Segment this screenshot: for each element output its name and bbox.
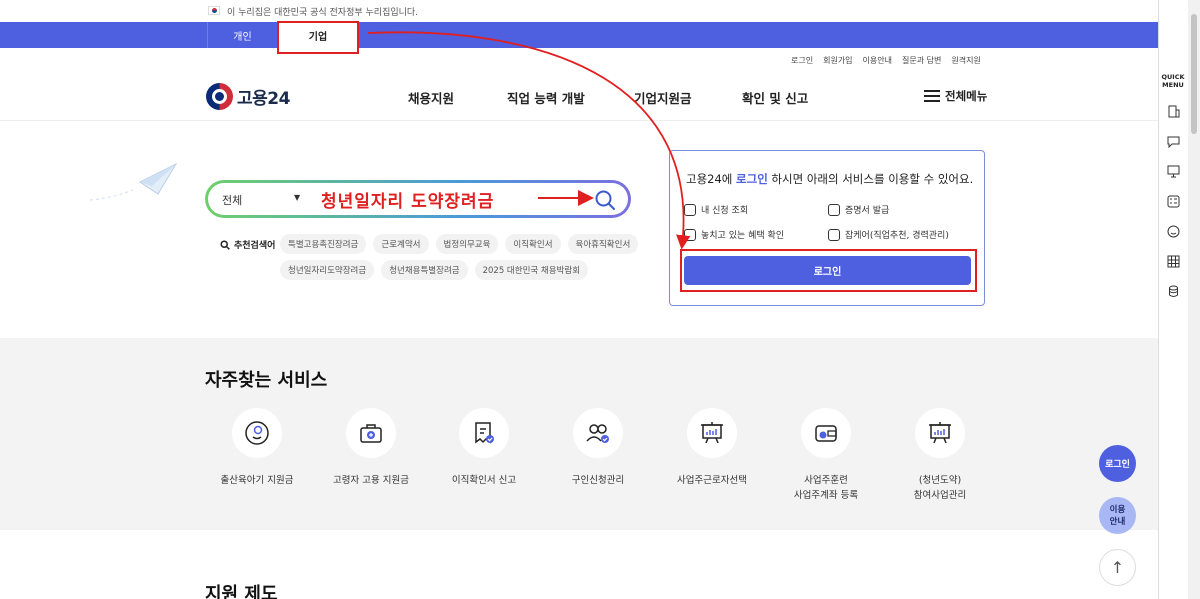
checklist-icon[interactable] (1167, 195, 1180, 208)
fav-elderly-employment-subsidy[interactable]: 고령자 고용 지원금 (316, 408, 426, 488)
calendar-grid-icon[interactable] (1167, 255, 1180, 268)
search-icon (220, 239, 230, 250)
keyword-chips-row2: 청년일자리도약장려금 청년채용특별장려금 2025 대한민국 채용박람회 (280, 260, 589, 280)
search-input[interactable]: 청년일자리 도약장려금 (321, 187, 494, 212)
keyword-chip[interactable]: 근로계약서 (373, 234, 429, 254)
paper-plane-icon (89, 162, 178, 201)
scroll-top-button[interactable]: ↑ (1099, 549, 1136, 586)
gov-emblem-icon (206, 83, 233, 110)
checklist-icon (684, 203, 696, 216)
building-icon[interactable] (1167, 105, 1180, 118)
login-message: 고용24에 로그인 하시면 아래의 서비스를 이용할 수 있어요. (686, 172, 974, 186)
search-box: 전체 ▼ 청년일자리 도약장려금 (205, 180, 631, 218)
keyword-chip[interactable]: 특별고용촉진장려금 (280, 234, 367, 254)
people-icon (573, 408, 623, 458)
caret-down-icon[interactable]: ▼ (294, 193, 300, 202)
fav-employer-training-account[interactable]: 사업주훈련 사업주계좌 등록 (771, 408, 881, 503)
fav-childbirth-subsidy[interactable]: 출산육아기 지원금 (202, 408, 312, 488)
util-remote-support-link[interactable]: 원격지원 (951, 55, 980, 66)
document-check-icon (684, 228, 696, 241)
smile-icon[interactable] (1167, 225, 1180, 238)
recommend-keywords-label: 추천검색어 (220, 238, 275, 251)
tab-business[interactable]: 기업 (278, 22, 358, 48)
keyword-chip[interactable]: 육아휴직확인서 (567, 234, 639, 254)
scrollbar-thumb[interactable] (1191, 14, 1197, 134)
nav-job-skills[interactable]: 직업 능력 개발 (507, 88, 585, 107)
fav-youth-program-management[interactable]: (청년도약) 참여사업관리 (885, 408, 995, 503)
search-category-select[interactable]: 전체 (222, 192, 242, 208)
utility-links: 로그인 회원가입 이용안내 질문과 답변 원격지원 (791, 55, 981, 66)
util-guide-link[interactable]: 이용안내 (863, 55, 892, 66)
chat-icon[interactable] (1167, 135, 1180, 148)
keyword-chip[interactable]: 이직확인서 (505, 234, 561, 254)
login-button[interactable]: 로그인 (684, 256, 971, 285)
quick-menu-title: QUICK MENU (1161, 73, 1185, 89)
support-programs-title: 지원 제도 (205, 584, 278, 599)
service-missed-benefits[interactable]: 놓치고 있는 혜택 확인 (684, 228, 784, 241)
keyword-chips-row1: 특별고용촉진장려금 근로계약서 법정의무교육 이직확인서 육아휴직확인서 (280, 234, 639, 254)
tab-individual[interactable]: 개인 (207, 22, 277, 48)
user-type-tabbar: 개인 기업 (0, 22, 1158, 48)
fav-separation-report[interactable]: 이직확인서 신고 (429, 408, 539, 488)
logo-text: 고용24 (237, 89, 290, 109)
header-divider (0, 120, 1158, 121)
gov-banner-text[interactable]: 이 누리집은 대한민국 공식 전자정부 누리집입니다. (227, 5, 418, 18)
site-logo[interactable]: 고용24 (206, 83, 290, 110)
presentation-board-icon (687, 408, 737, 458)
util-signup-link[interactable]: 회원가입 (823, 55, 852, 66)
fav-job-posting-management[interactable]: 구인신청관리 (543, 408, 653, 488)
floating-login-button[interactable]: 로그인 (1099, 445, 1136, 482)
document-check-icon (459, 408, 509, 458)
service-my-applications[interactable]: 내 신청 조회 (684, 203, 748, 216)
keyword-chip[interactable]: 법정의무교육 (435, 234, 499, 254)
presentation-board-icon (915, 408, 965, 458)
hamburger-icon (924, 90, 940, 102)
wallet-icon (801, 408, 851, 458)
certificate-icon (828, 203, 840, 216)
login-link[interactable]: 로그인 (736, 172, 768, 186)
baby-icon (232, 408, 282, 458)
all-menu-label: 전체메뉴 (945, 89, 988, 103)
all-menu-button[interactable]: 전체메뉴 (924, 88, 987, 104)
nav-confirm-report[interactable]: 확인 및 신고 (742, 88, 808, 107)
nav-business-subsidy[interactable]: 기업지원금 (634, 88, 692, 107)
keyword-chip[interactable]: 청년일자리도약장려금 (280, 260, 375, 280)
search-icon[interactable] (594, 189, 616, 211)
floating-guide-button[interactable]: 이용 안내 (1099, 497, 1136, 534)
util-qna-link[interactable]: 질문과 답변 (902, 55, 941, 66)
fav-employer-worker-selection[interactable]: 사업주근로자선택 (657, 408, 767, 488)
nav-recruitment[interactable]: 채용지원 (408, 88, 454, 107)
briefcase-plus-icon (346, 408, 396, 458)
monitor-icon[interactable] (1167, 165, 1180, 178)
taegukgi-flag-icon (208, 6, 220, 15)
favorites-title: 자주찾는 서비스 (205, 370, 328, 391)
keyword-chip[interactable]: 청년채용특별장려금 (381, 260, 468, 280)
service-jobcare[interactable]: 잡케어(직업추천, 경력관리) (828, 228, 949, 241)
database-icon[interactable] (1167, 285, 1180, 298)
util-login-link[interactable]: 로그인 (791, 55, 813, 66)
jobcare-icon (828, 228, 840, 241)
gov-banner (0, 0, 1158, 22)
quick-menu (1158, 0, 1188, 599)
service-certificate[interactable]: 증명서 발급 (828, 203, 889, 216)
keyword-chip[interactable]: 2025 대한민국 채용박람회 (474, 260, 589, 280)
